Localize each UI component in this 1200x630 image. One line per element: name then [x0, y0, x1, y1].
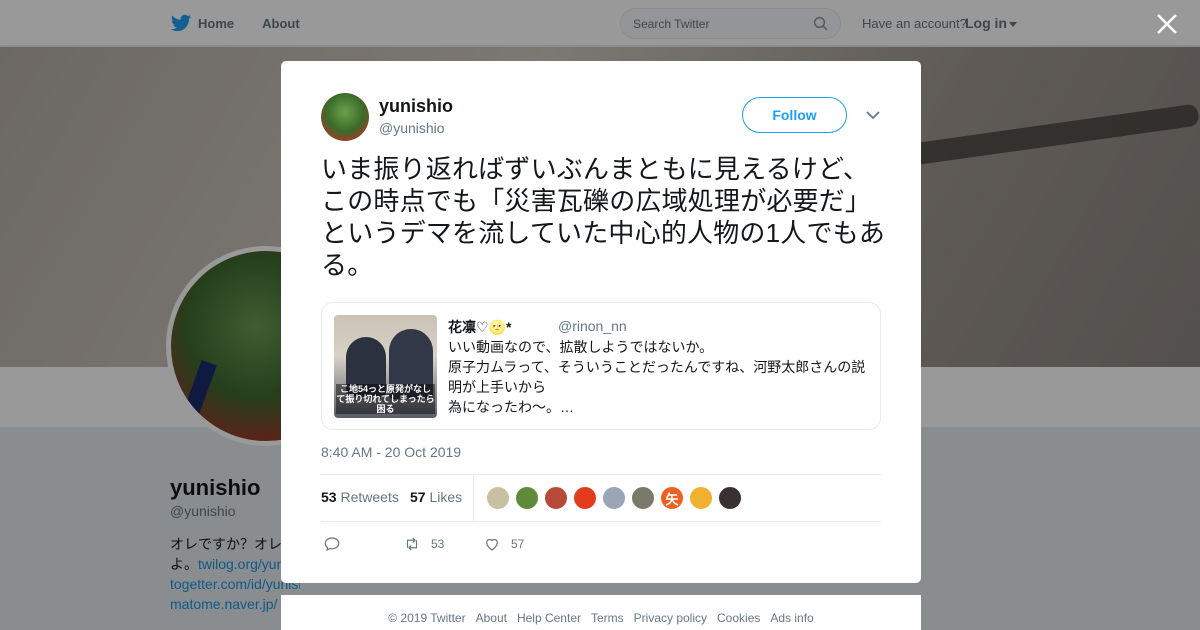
- chevron-down-icon[interactable]: [865, 109, 881, 121]
- divider: [321, 474, 881, 475]
- image-caption: こ地54っと原発がなして振り切れてしまったら困る: [336, 384, 435, 414]
- tweet-modal: yunishio @yunishio Follow いま振り返ればずいぶんまとも…: [281, 61, 921, 583]
- footer-link-about[interactable]: About: [476, 611, 507, 625]
- like-count: 57: [511, 537, 525, 551]
- likes-label: Likes: [429, 489, 463, 505]
- retweet-button[interactable]: 53: [403, 535, 444, 553]
- liker-avatar[interactable]: [602, 486, 626, 510]
- tweet-author-name[interactable]: yunishio: [379, 96, 453, 117]
- footer-link-privacy[interactable]: Privacy policy: [634, 611, 707, 625]
- likes-stat[interactable]: 57 Likes: [410, 489, 462, 505]
- likes-count: 57: [410, 489, 426, 505]
- footer-link-cookies[interactable]: Cookies: [717, 611, 760, 625]
- like-button[interactable]: 57: [483, 535, 524, 553]
- quoted-text-line: 原子力ムラって、そういうことだったんですね、河野太郎さんの説明が上手いから: [448, 359, 866, 395]
- retweets-stat[interactable]: 53 Retweets: [321, 489, 399, 505]
- liker-avatar[interactable]: [544, 486, 568, 510]
- footer-link-terms[interactable]: Terms: [591, 611, 624, 625]
- liker-avatar[interactable]: [573, 486, 597, 510]
- tweet-text: いま振り返ればずいぶんまともに見えるけど、この時点でも「災害瓦礫の広域処理が必要…: [321, 154, 886, 280]
- divider: [321, 521, 881, 522]
- footer-link-ads[interactable]: Ads info: [770, 611, 813, 625]
- reply-icon: [324, 537, 340, 552]
- quoted-tweet-text: いい動画なので、拡散しようではないか。 原子力ムラって、そういうことだったんです…: [448, 337, 873, 417]
- retweets-count: 53: [321, 489, 337, 505]
- liker-avatar[interactable]: [486, 486, 510, 510]
- liker-avatar[interactable]: 矢: [660, 486, 684, 510]
- footer-link-help[interactable]: Help Center: [517, 611, 581, 625]
- reply-button[interactable]: [323, 535, 351, 553]
- quoted-text-line: いい動画なので、拡散しようではないか。: [448, 339, 714, 355]
- liker-avatar[interactable]: [718, 486, 742, 510]
- quoted-author-name: 花凛♡🌝*: [448, 319, 512, 335]
- tweet-author-handle[interactable]: @yunishio: [379, 120, 445, 136]
- retweet-icon: [406, 537, 418, 551]
- heart-icon: [486, 538, 498, 551]
- quoted-tweet[interactable]: こ地54っと原発がなして振り切れてしまったら困る 花凛♡🌝* @rinon_nn…: [321, 302, 881, 430]
- tweet-timestamp[interactable]: 8:40 AM - 20 Oct 2019: [321, 444, 461, 460]
- liker-avatar[interactable]: [689, 486, 713, 510]
- divider: [473, 474, 474, 521]
- liker-avatars: 矢: [486, 486, 747, 510]
- footer: © 2019 Twitter About Help Center Terms P…: [281, 595, 921, 630]
- quoted-author-handle: @rinon_nn: [558, 318, 627, 334]
- liker-avatar[interactable]: [515, 486, 539, 510]
- follow-button[interactable]: Follow: [742, 97, 847, 133]
- quoted-tweet-image: こ地54っと原発がなして振り切れてしまったら困る: [334, 315, 437, 418]
- retweets-label: Retweets: [340, 489, 399, 505]
- quoted-text-line: 為になったわ〜。…: [448, 399, 574, 415]
- footer-copyright: © 2019 Twitter: [388, 611, 466, 625]
- close-icon[interactable]: [1155, 12, 1179, 36]
- liker-avatar[interactable]: [631, 486, 655, 510]
- tweet-author-avatar[interactable]: [321, 93, 369, 141]
- retweet-count: 53: [431, 537, 445, 551]
